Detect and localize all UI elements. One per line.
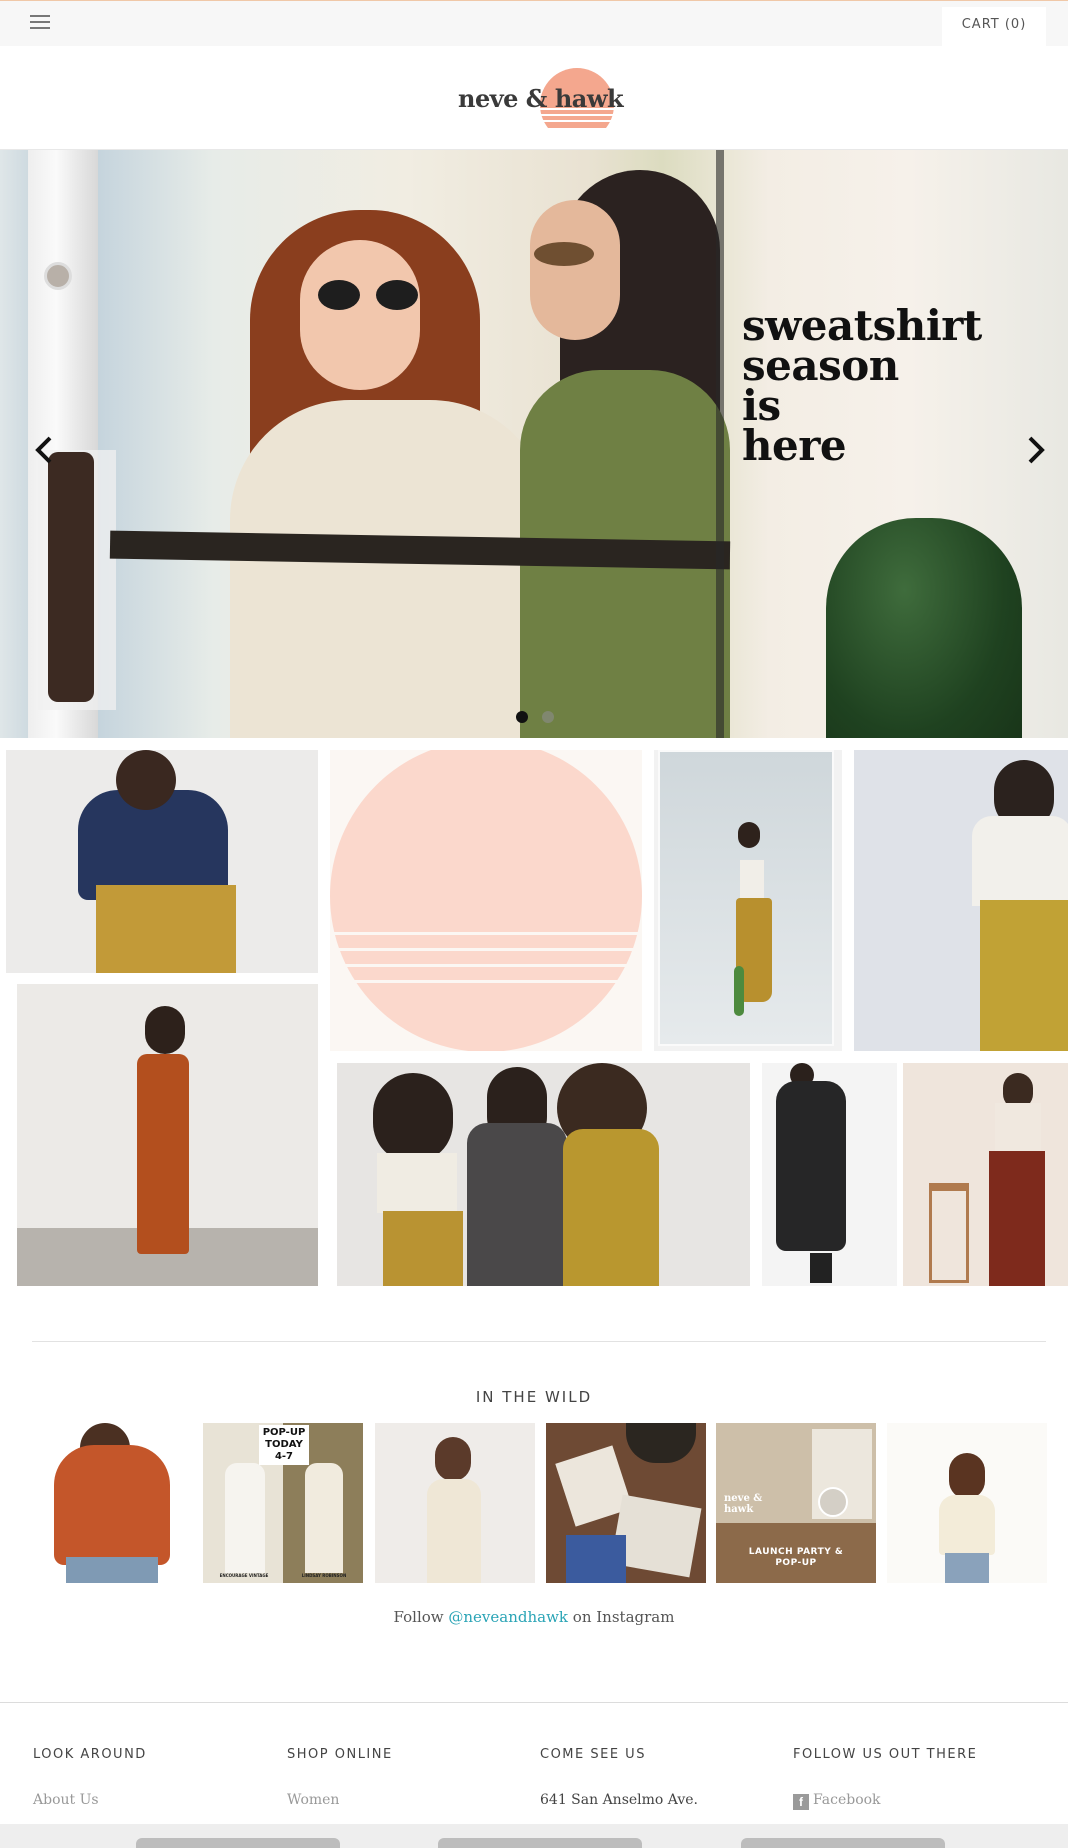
- previous-slide-arrow-icon[interactable]: [28, 430, 58, 470]
- launch-brand-label: neve & hawk: [724, 1493, 763, 1515]
- instagram-follow-text: Follow @neveandhawk on Instagram: [0, 1608, 1068, 1626]
- hero-headline-line: season: [742, 341, 899, 390]
- model-white-sweatshirt: [230, 400, 550, 738]
- cart-link[interactable]: CART (0): [942, 7, 1046, 47]
- launch-label: LAUNCH PARTY & POP-UP: [748, 1547, 844, 1568]
- bottom-tab-handle[interactable]: [438, 1838, 642, 1848]
- footer-link-women[interactable]: Women: [287, 1792, 393, 1808]
- footer-link-about-us[interactable]: About Us: [33, 1792, 147, 1808]
- logo-header: neve & hawk: [0, 46, 1068, 150]
- hero-slideshow: sweatshirt season is here: [0, 150, 1068, 738]
- instagram-handle-link[interactable]: @neveandhawk: [448, 1608, 568, 1626]
- sun-graphic-icon: [330, 750, 642, 1051]
- collage-tile-window-model[interactable]: [654, 750, 842, 1051]
- popup-sublabel-right: LINDSAY ROBINSON: [301, 1573, 347, 1578]
- instagram-tile[interactable]: [887, 1423, 1047, 1583]
- footer-heading: COME SEE US: [540, 1747, 646, 1762]
- footer-heading: LOOK AROUND: [33, 1747, 147, 1762]
- lock-image: [44, 262, 72, 290]
- bottom-tab-handle[interactable]: [136, 1838, 340, 1848]
- instagram-tile[interactable]: [375, 1423, 535, 1583]
- instagram-tile[interactable]: [32, 1423, 192, 1583]
- hero-headline: sweatshirt season is here: [742, 301, 982, 470]
- collage-tile-open-back-top[interactable]: [854, 750, 1068, 1051]
- footer-heading: FOLLOW US OUT THERE: [793, 1747, 978, 1762]
- collage-tile-rust-trousers[interactable]: [903, 1063, 1068, 1286]
- brand-logo-text: neve & hawk: [458, 84, 624, 113]
- footer-column-follow-us: FOLLOW US OUT THERE f Facebook: [793, 1747, 977, 1810]
- follow-suffix: on Instagram: [568, 1608, 675, 1626]
- footer-address: 641 San Anselmo Ave.: [540, 1792, 698, 1808]
- instagram-tile-popup[interactable]: POP-UP TODAY 4-7 ENCOURAGE VINTAGE LINDS…: [203, 1423, 363, 1583]
- instagram-tile-launch-party[interactable]: neve & hawk LAUNCH PARTY & POP-UP: [716, 1423, 876, 1583]
- follow-prefix: Follow: [393, 1608, 449, 1626]
- slide-dot[interactable]: [516, 711, 528, 723]
- footer-link-facebook[interactable]: f Facebook: [793, 1792, 977, 1810]
- slide-dot[interactable]: [542, 711, 554, 723]
- facebook-icon: f: [793, 1794, 809, 1810]
- footer-column-shop-online: SHOP ONLINE Women: [287, 1747, 393, 1808]
- bottom-tab-handle[interactable]: [741, 1838, 945, 1848]
- hamburger-menu-icon[interactable]: [30, 15, 56, 33]
- footer-column-look-around: LOOK AROUND About Us: [33, 1747, 147, 1808]
- collage-tile-sun-graphic[interactable]: [330, 750, 642, 1051]
- hero-headline-line: sweatshirt: [742, 301, 982, 350]
- next-slide-arrow-icon[interactable]: [1022, 430, 1052, 470]
- footer-column-come-see-us: COME SEE US 641 San Anselmo Ave.: [540, 1747, 698, 1808]
- collage-tile-navy-top[interactable]: [6, 750, 318, 973]
- slide-dots: [516, 710, 568, 724]
- collage-tile-rust-jumpsuit[interactable]: [17, 984, 318, 1286]
- footer-divider: [0, 1702, 1068, 1703]
- popup-sublabel-left: ENCOURAGE VINTAGE: [219, 1573, 269, 1578]
- top-bar: CART (0): [0, 0, 1068, 47]
- hero-headline-line: here: [742, 421, 847, 470]
- hero-headline-line: is: [742, 381, 781, 430]
- cactus-image: [826, 518, 1022, 738]
- collage-tile-three-models[interactable]: [337, 1063, 750, 1286]
- in-the-wild-heading: IN THE WILD: [475, 1388, 593, 1406]
- section-divider: [32, 1341, 1046, 1342]
- facebook-link-label: Facebook: [813, 1792, 881, 1808]
- door-handle-image: [48, 452, 94, 702]
- popup-label: POP-UP TODAY 4-7: [259, 1425, 309, 1465]
- collage-tile-black-dress[interactable]: [762, 1063, 897, 1286]
- instagram-tile[interactable]: [546, 1423, 706, 1583]
- brand-logo[interactable]: neve & hawk: [458, 66, 624, 130]
- footer-heading: SHOP ONLINE: [287, 1747, 393, 1762]
